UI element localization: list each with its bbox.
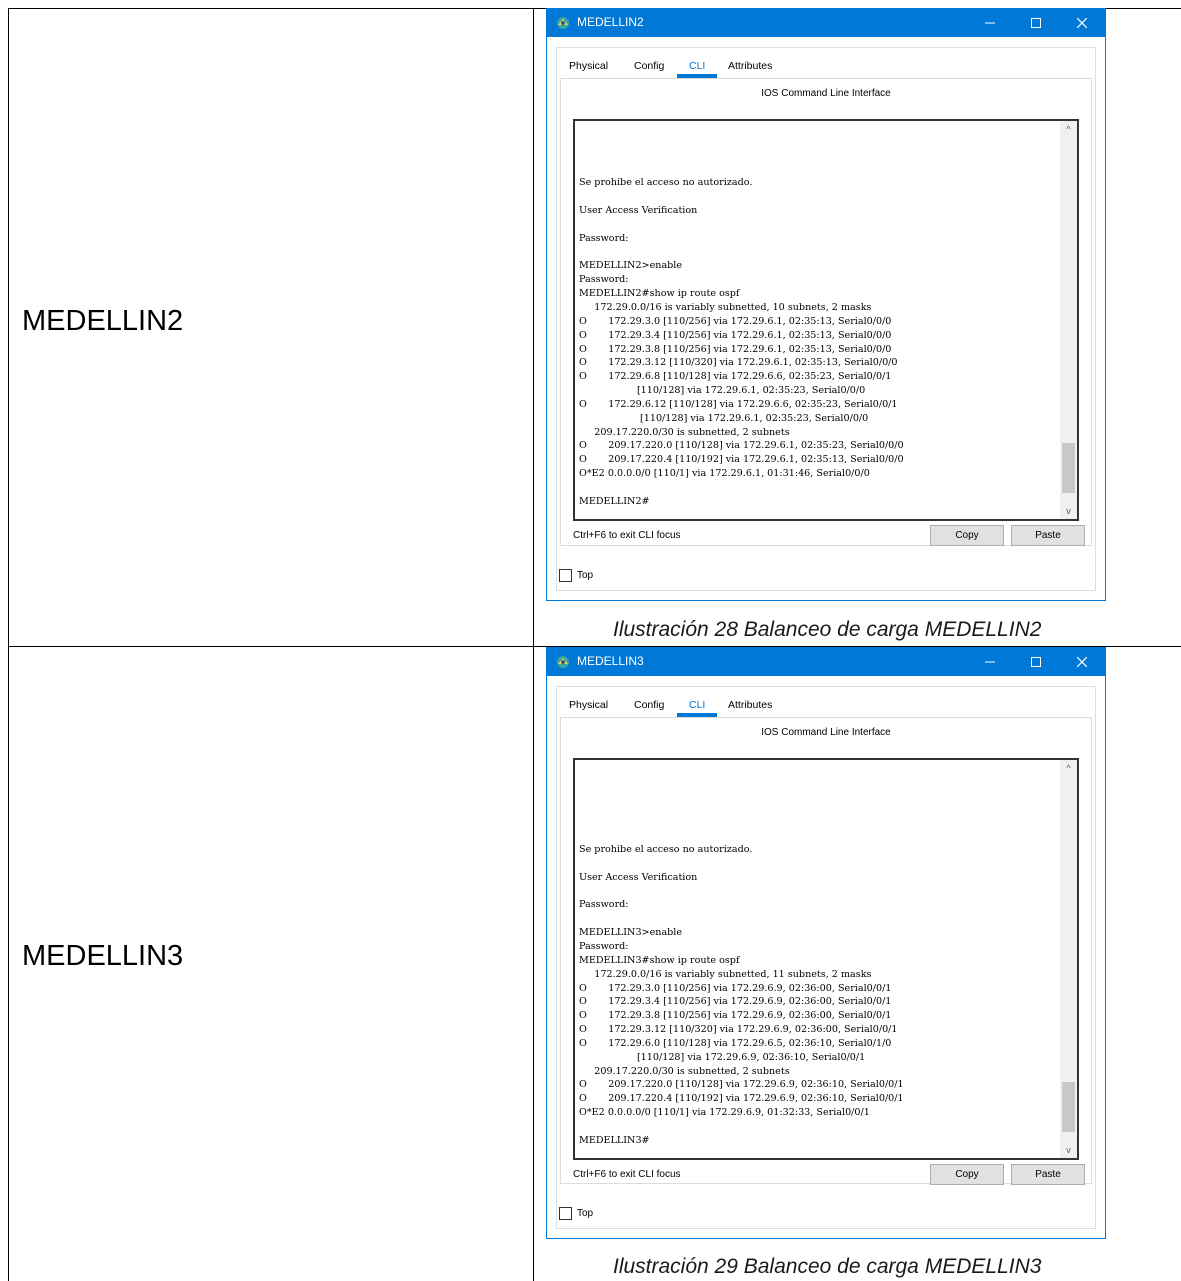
maximize-button[interactable]: [1013, 9, 1059, 37]
close-icon: [1077, 18, 1087, 28]
cli-terminal[interactable]: Se prohibe el acceso no autorizado. User…: [573, 758, 1079, 1160]
minimize-button[interactable]: [967, 648, 1013, 676]
scroll-thumb[interactable]: [1062, 1082, 1075, 1132]
top-checkbox[interactable]: [559, 569, 572, 582]
terminal-output[interactable]: Se prohibe el acceso no autorizado. User…: [579, 760, 1057, 1158]
scroll-down-icon[interactable]: v: [1060, 503, 1077, 519]
cli-pane: IOS Command Line Interface Se prohibe el…: [560, 78, 1092, 546]
packet-tracer-icon: [557, 656, 569, 668]
window-client-area: Physical Config CLI Attributes IOS Comma…: [556, 47, 1096, 591]
terminal-output[interactable]: Se prohibe el acceso no autorizado. User…: [579, 121, 1057, 519]
top-checkbox-label: Top: [577, 1208, 594, 1219]
minimize-button[interactable]: [967, 9, 1013, 37]
copy-button[interactable]: Copy: [930, 1164, 1004, 1185]
paste-button[interactable]: Paste: [1011, 525, 1085, 546]
close-button[interactable]: [1059, 648, 1105, 676]
cli-focus-hint: Ctrl+F6 to exit CLI focus: [573, 530, 681, 541]
window-title: MEDELLIN2: [577, 15, 644, 29]
title-bar[interactable]: MEDELLIN3: [547, 648, 1105, 676]
maximize-button[interactable]: [1013, 648, 1059, 676]
terminal-scrollbar[interactable]: ^ v: [1060, 121, 1077, 519]
figure-caption-28: Ilustración 28 Balanceo de carga MEDELLI…: [613, 618, 1042, 641]
scroll-thumb[interactable]: [1062, 443, 1075, 493]
figure-caption-29: Ilustración 29 Balanceo de carga MEDELLI…: [613, 1255, 1042, 1278]
scroll-up-icon[interactable]: ^: [1060, 760, 1077, 776]
table-border-middle: [533, 8, 534, 1281]
cli-window-medellin3: MEDELLIN3 Physical Config CLI Attributes…: [546, 647, 1106, 1239]
top-checkbox-row[interactable]: Top: [559, 569, 593, 582]
window-title: MEDELLIN3: [577, 654, 644, 668]
packet-tracer-icon: [557, 17, 569, 29]
terminal-scrollbar[interactable]: ^ v: [1060, 760, 1077, 1158]
maximize-icon: [1031, 18, 1041, 28]
top-checkbox-row[interactable]: Top: [559, 1207, 593, 1220]
paste-button[interactable]: Paste: [1011, 1164, 1085, 1185]
document-table: MEDELLIN2 MEDELLIN2 Physical Config CLI …: [0, 0, 1181, 1281]
minimize-icon: [985, 661, 995, 663]
cli-terminal[interactable]: Se prohibe el acceso no autorizado. User…: [573, 119, 1079, 521]
row-label-medellin3: MEDELLIN3: [22, 940, 184, 972]
pane-title: IOS Command Line Interface: [761, 727, 891, 738]
top-checkbox[interactable]: [559, 1207, 572, 1220]
table-border-left: [8, 8, 9, 1281]
minimize-icon: [985, 22, 995, 24]
close-icon: [1077, 657, 1087, 667]
close-button[interactable]: [1059, 9, 1105, 37]
pane-title: IOS Command Line Interface: [761, 88, 891, 99]
top-checkbox-label: Top: [577, 570, 594, 581]
scroll-up-icon[interactable]: ^: [1060, 121, 1077, 137]
cli-pane: IOS Command Line Interface Se prohibe el…: [560, 717, 1092, 1185]
cli-focus-hint: Ctrl+F6 to exit CLI focus: [573, 1169, 681, 1180]
window-client-area: Physical Config CLI Attributes IOS Comma…: [556, 686, 1096, 1229]
copy-button[interactable]: Copy: [930, 525, 1004, 546]
scroll-down-icon[interactable]: v: [1060, 1142, 1077, 1158]
cli-window-medellin2: MEDELLIN2 Physical Config CLI Attributes…: [546, 8, 1106, 601]
row-label-medellin2: MEDELLIN2: [22, 305, 184, 337]
title-bar[interactable]: MEDELLIN2: [547, 9, 1105, 37]
maximize-icon: [1031, 657, 1041, 667]
